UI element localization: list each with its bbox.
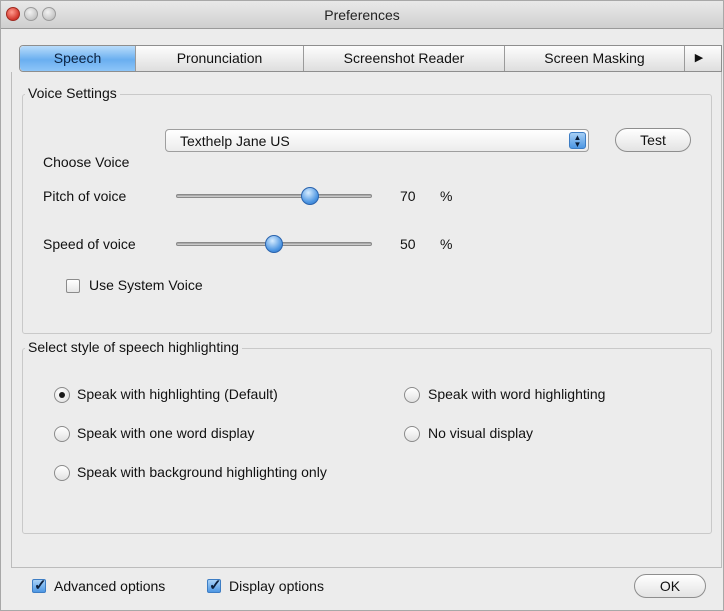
option-background-highlighting-label: Speak with background highlighting only	[77, 464, 327, 480]
tab-screenshot-reader[interactable]: Screenshot Reader	[304, 46, 505, 71]
tab-pronunciation[interactable]: Pronunciation	[136, 46, 304, 71]
voice-settings-group: Voice Settings Choose Voice Texthelp Jan…	[22, 85, 712, 334]
pitch-label: Pitch of voice	[43, 188, 127, 204]
display-options-checkbox[interactable]: ✓	[207, 577, 222, 594]
speed-label: Speed of voice	[43, 236, 136, 252]
checkmark-icon: ✓	[209, 577, 222, 594]
speed-unit: %	[440, 236, 453, 252]
tab-scroll-right-icon[interactable]: ▶	[685, 46, 713, 71]
ok-button[interactable]: OK	[634, 574, 706, 598]
advanced-options-checkbox[interactable]: ✓	[32, 577, 47, 594]
radio-selected-dot	[59, 392, 65, 398]
use-system-voice-label: Use System Voice	[89, 277, 203, 293]
pitch-slider-track	[176, 194, 372, 198]
title-bar: Preferences	[1, 1, 723, 29]
test-voice-button[interactable]: Test	[615, 128, 691, 152]
voice-select-value: Texthelp Jane US	[180, 133, 290, 149]
tab-bar: Speech Pronunciation Screenshot Reader S…	[19, 45, 722, 72]
advanced-options-label: Advanced options	[54, 578, 166, 594]
radio-no-visual-display[interactable]	[404, 426, 420, 442]
speed-slider[interactable]	[176, 235, 372, 253]
pitch-value: 70	[400, 188, 416, 204]
select-stepper-icon: ▲ ▼	[569, 132, 586, 149]
display-options-label: Display options	[229, 578, 324, 594]
pitch-unit: %	[440, 188, 453, 204]
option-one-word-display-label: Speak with one word display	[77, 425, 255, 441]
speech-tab-panel: Voice Settings Choose Voice Texthelp Jan…	[11, 72, 722, 568]
tab-screen-masking[interactable]: Screen Masking	[505, 46, 685, 71]
radio-background-highlighting[interactable]	[54, 465, 70, 481]
pitch-slider[interactable]	[176, 187, 372, 205]
option-speak-with-highlighting-label: Speak with highlighting (Default)	[77, 386, 278, 402]
choose-voice-label: Choose Voice	[43, 154, 130, 170]
speech-highlighting-legend: Select style of speech highlighting	[25, 339, 242, 355]
option-no-visual-display-label: No visual display	[428, 425, 534, 441]
use-system-voice-checkbox[interactable]	[66, 279, 80, 293]
voice-settings-legend: Voice Settings	[25, 85, 120, 101]
checkmark-icon: ✓	[34, 577, 47, 594]
radio-speak-with-highlighting[interactable]	[54, 387, 70, 403]
radio-speak-with-word-highlighting[interactable]	[404, 387, 420, 403]
speech-highlighting-group: Select style of speech highlighting Spea…	[22, 339, 712, 534]
preferences-window: Preferences Speech Pronunciation Screens…	[0, 0, 724, 611]
voice-select[interactable]: Texthelp Jane US ▲ ▼	[165, 129, 589, 152]
speed-slider-knob[interactable]	[265, 235, 283, 253]
speed-value: 50	[400, 236, 416, 252]
radio-one-word-display[interactable]	[54, 426, 70, 442]
pitch-slider-knob[interactable]	[301, 187, 319, 205]
tab-speech[interactable]: Speech	[20, 46, 136, 71]
option-word-highlighting-label: Speak with word highlighting	[428, 386, 606, 402]
window-title: Preferences	[324, 7, 400, 23]
